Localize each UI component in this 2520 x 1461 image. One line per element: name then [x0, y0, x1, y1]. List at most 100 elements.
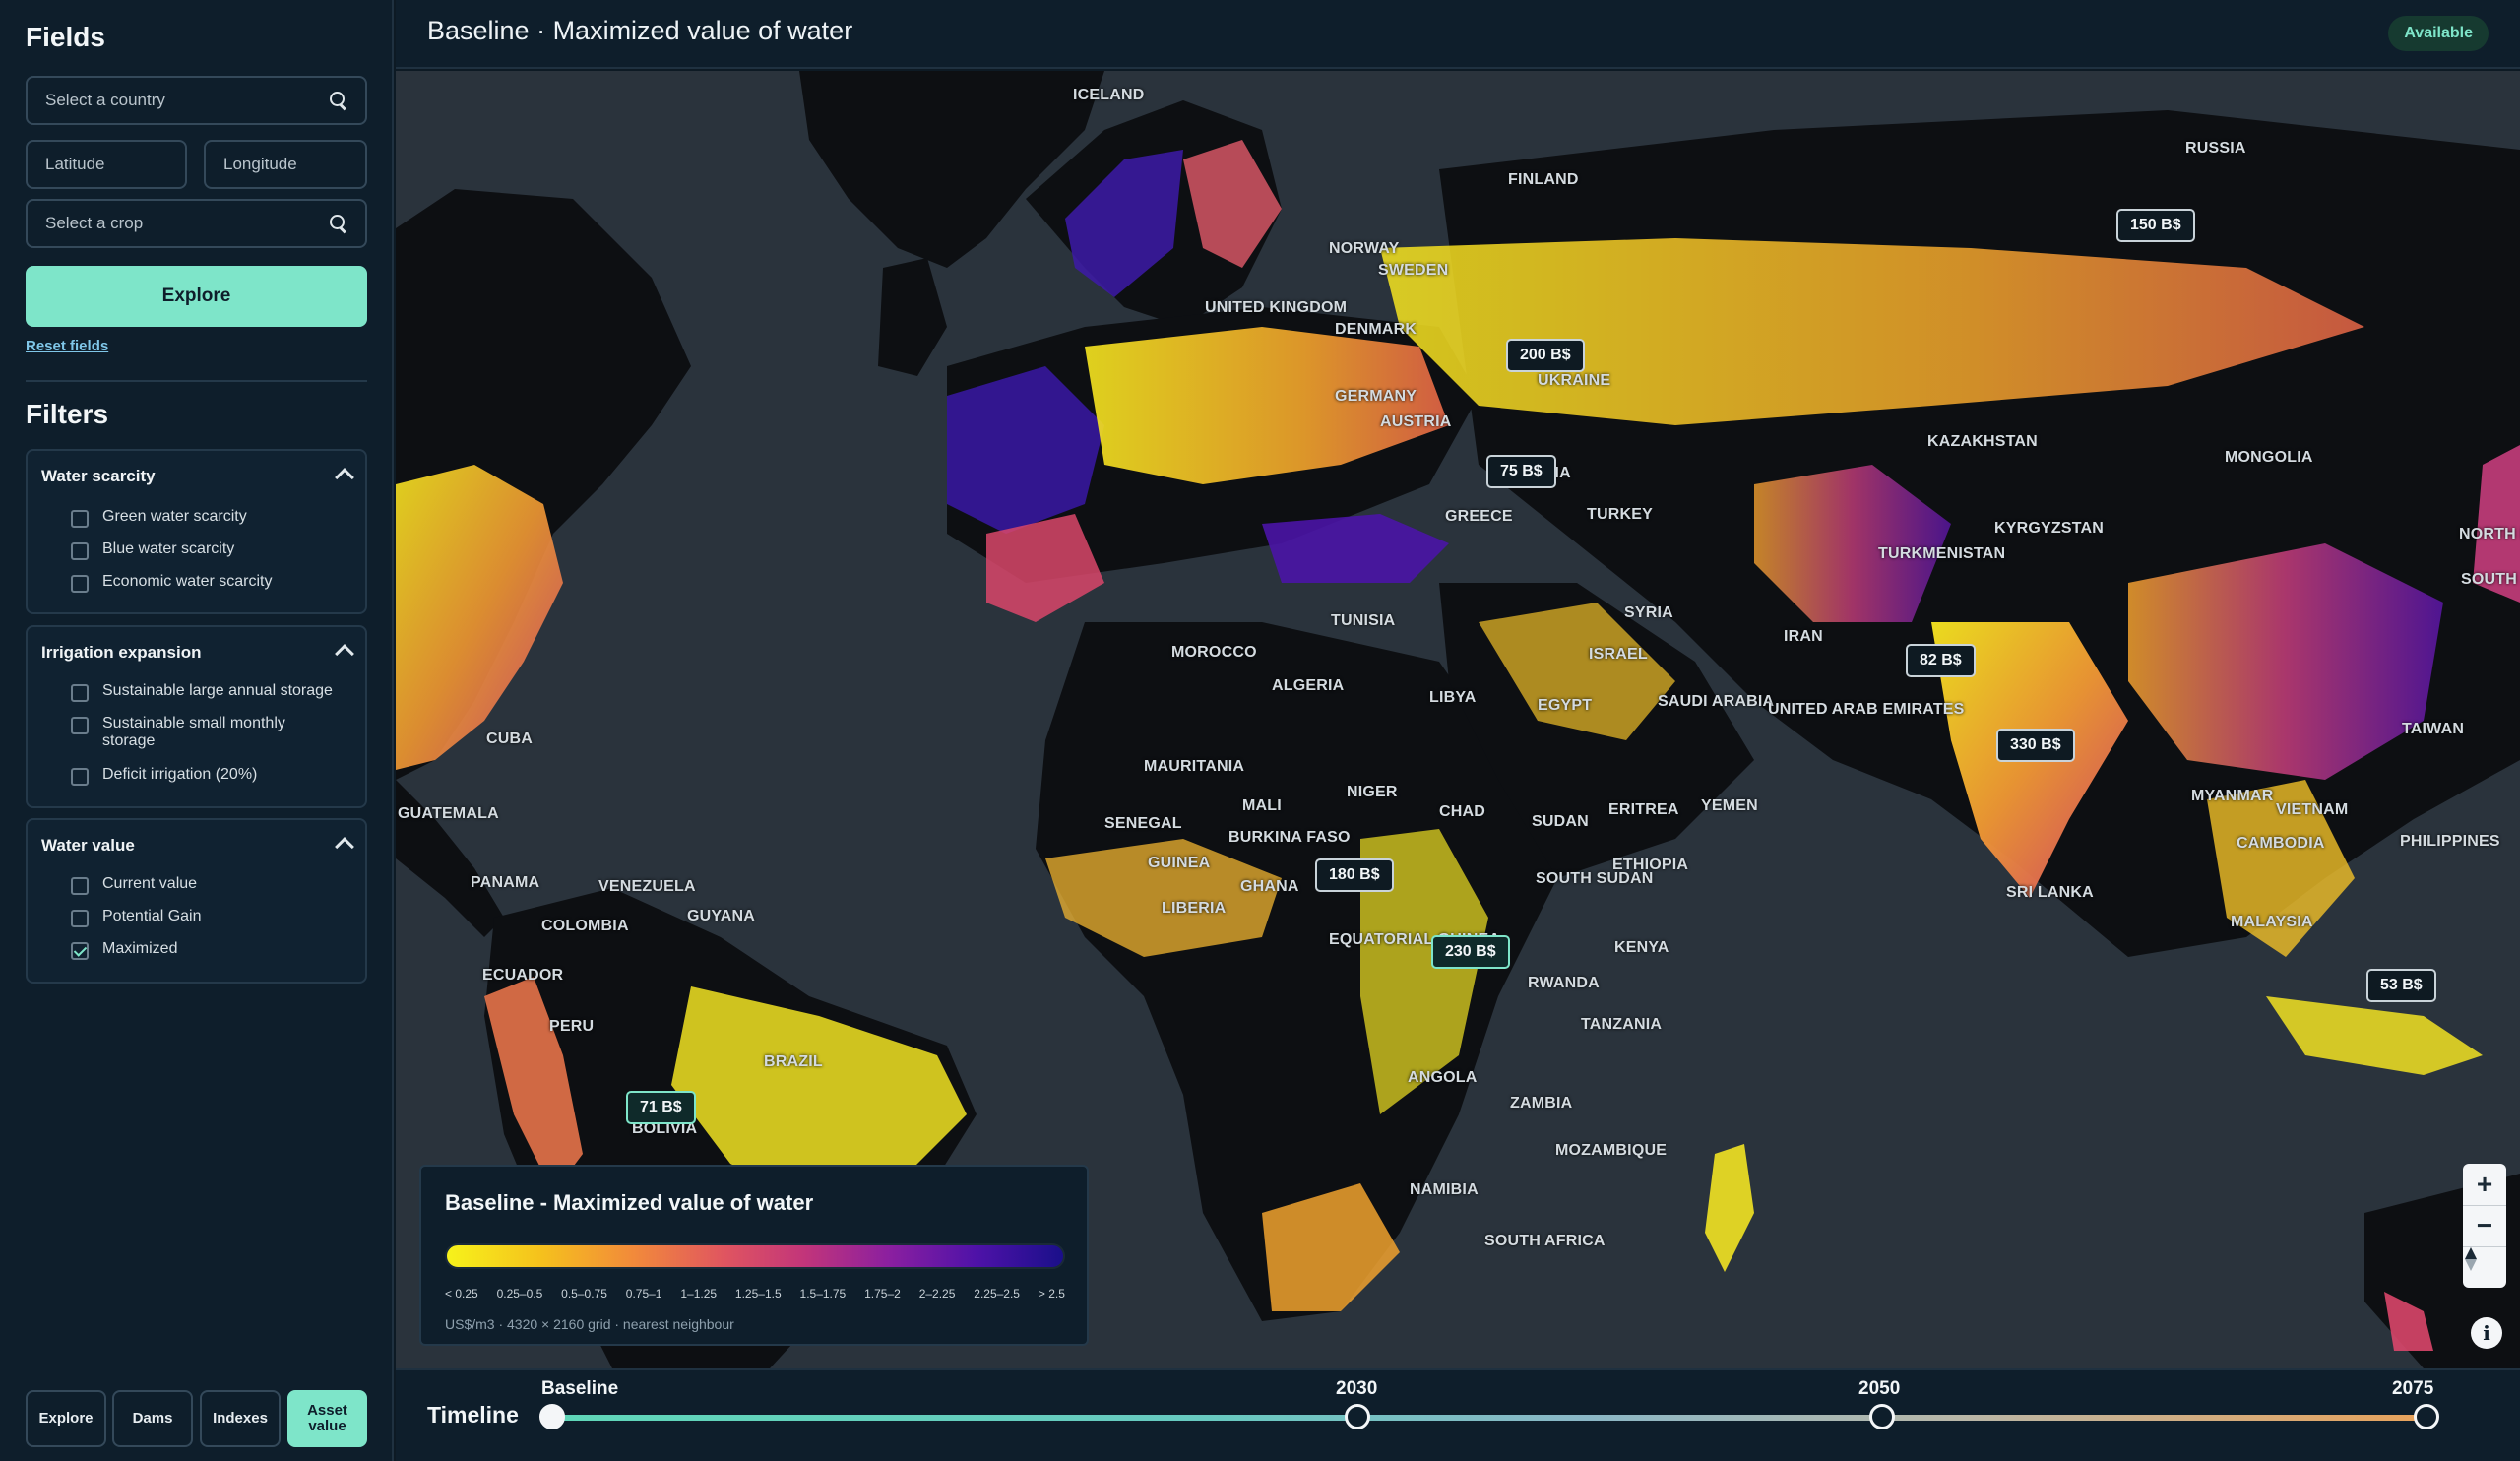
nav-explore-button[interactable]: Explore [26, 1390, 106, 1447]
country-label: KENYA [1614, 939, 1670, 956]
value-marker[interactable]: 53 B$ [2366, 969, 2436, 1002]
country-label: NIGER [1347, 784, 1398, 800]
nav-asset-value-button[interactable]: Asset value [287, 1390, 367, 1447]
timeline-stop-2030[interactable] [1345, 1404, 1370, 1429]
value-marker[interactable]: 75 B$ [1486, 455, 1556, 488]
country-label: TANZANIA [1581, 1016, 1663, 1033]
timeline-stop-2075[interactable] [2414, 1404, 2439, 1429]
checkbox-label: Economic water scarcity [102, 573, 273, 590]
legend-tick-label: 0.25–0.5 [496, 1287, 543, 1301]
legend-tick-label: 1–1.25 [680, 1287, 718, 1301]
search-icon [330, 215, 347, 232]
checkbox-box[interactable] [71, 942, 89, 960]
heat-indonesia [2266, 996, 2483, 1075]
country-label: PERU [549, 1018, 595, 1035]
country-label: SOUTH KOREA [2461, 571, 2520, 588]
legend-title: Baseline - Maximized value of water [445, 1190, 814, 1215]
checkbox-large-annual-storage[interactable]: Sustainable large annual storage [71, 682, 333, 702]
country-label: SRI LANKA [2006, 884, 2094, 901]
country-label: PHILIPPINES [2400, 833, 2500, 850]
app-root: Fields Select a country Latitude Longitu… [0, 0, 2520, 1461]
checkbox-box[interactable] [71, 910, 89, 927]
legend-tick-label: 1.5–1.75 [799, 1287, 847, 1301]
page-title: Baseline · Maximized value of water [427, 16, 853, 45]
chevron-up-icon[interactable] [335, 837, 354, 857]
compass-icon[interactable] [2463, 1246, 2506, 1288]
filter-card-irrigation-expansion: Irrigation expansion Sustainable large a… [26, 625, 367, 808]
timeline-bar: Timeline Baseline 2030 2050 2075 [396, 1368, 2520, 1461]
country-label: MYANMAR [2191, 788, 2274, 804]
checkbox-box[interactable] [71, 684, 89, 702]
checkbox-current-value[interactable]: Current value [71, 875, 197, 895]
value-marker[interactable]: 82 B$ [1906, 644, 1976, 677]
legend-tick-label: 1.75–2 [864, 1287, 901, 1301]
checkbox-box[interactable] [71, 717, 89, 734]
country-label: UNITED ARAB EMIRATES [1768, 701, 1965, 718]
heat-north-america [396, 465, 563, 770]
nav-dams-button[interactable]: Dams [112, 1390, 193, 1447]
world-map[interactable]: ICELAND RUSSIA NORWAY SWEDEN FINLAND UNITED K… [396, 71, 2520, 1368]
reset-fields-link[interactable]: Reset fields [26, 338, 108, 354]
country-label: CAMBODIA [2236, 835, 2325, 852]
value-marker[interactable]: 230 B$ [1431, 935, 1510, 969]
country-label: ANGOLA [1408, 1069, 1478, 1086]
zoom-in-button[interactable]: + [2463, 1164, 2506, 1205]
country-label: VENEZUELA [598, 878, 696, 895]
country-label: LIBYA [1429, 689, 1477, 706]
timeline-track[interactable] [551, 1415, 2431, 1421]
crop-search-input[interactable]: Select a crop [26, 199, 367, 248]
checkbox-small-monthly-storage[interactable]: Sustainable small monthly storage [71, 715, 337, 750]
zoom-out-button[interactable]: − [2463, 1205, 2506, 1246]
value-marker[interactable]: 200 B$ [1506, 339, 1585, 372]
checkbox-label: Potential Gain [102, 908, 202, 924]
checkbox-maximized[interactable]: Maximized [71, 940, 177, 960]
checkbox-box[interactable] [71, 542, 89, 560]
land-central-america [396, 780, 504, 937]
filter-card-water-scarcity: Water scarcity Green water scarcity Blue… [26, 449, 367, 614]
country-label: ISRAEL [1589, 646, 1648, 663]
timeline-stop-2050[interactable] [1869, 1404, 1895, 1429]
chevron-up-icon[interactable] [335, 468, 354, 487]
country-label: MALI [1242, 797, 1282, 814]
filter-card-water-value: Water value Current value Potential Gain… [26, 818, 367, 984]
checkbox-potential-gain[interactable]: Potential Gain [71, 908, 202, 927]
zoom-controls: + − [2463, 1164, 2506, 1288]
latitude-input[interactable]: Latitude [26, 140, 187, 189]
country-label: SYRIA [1624, 604, 1673, 621]
checkbox-green-water-scarcity[interactable]: Green water scarcity [71, 508, 247, 528]
checkbox-label: Sustainable large annual storage [102, 682, 333, 699]
checkbox-economic-water-scarcity[interactable]: Economic water scarcity [71, 573, 273, 593]
country-label: SUDAN [1532, 813, 1589, 830]
legend-ticks: < 0.25 0.25–0.5 0.5–0.75 0.75–1 1–1.25 1.25–1… [445, 1287, 1065, 1301]
country-label: NORTH KOREA [2459, 526, 2520, 542]
value-marker[interactable]: 330 B$ [1996, 729, 2075, 762]
info-icon[interactable]: i [2471, 1317, 2502, 1349]
legend-tick-label: 0.75–1 [625, 1287, 662, 1301]
country-label: ECUADOR [482, 967, 564, 984]
timeline-stop-baseline[interactable] [539, 1404, 565, 1429]
value-marker[interactable]: 71 B$ [626, 1091, 696, 1124]
country-label: UKRAINE [1538, 372, 1611, 389]
country-label: DENMARK [1335, 321, 1418, 338]
checkbox-box[interactable] [71, 510, 89, 528]
nav-indexes-button[interactable]: Indexes [200, 1390, 281, 1447]
country-label: FINLAND [1508, 171, 1579, 188]
fields-title: Fields [26, 22, 105, 52]
checkbox-blue-water-scarcity[interactable]: Blue water scarcity [71, 540, 234, 560]
checkbox-box[interactable] [71, 768, 89, 786]
checkbox-deficit-irrigation[interactable]: Deficit irrigation (20%) [71, 766, 257, 786]
country-label: UNITED KINGDOM [1205, 299, 1348, 316]
explore-button[interactable]: Explore [26, 266, 367, 327]
value-marker[interactable]: 180 B$ [1315, 858, 1394, 892]
country-search-input[interactable]: Select a country [26, 76, 367, 125]
value-marker[interactable]: 150 B$ [2116, 209, 2195, 242]
map-legend: Baseline - Maximized value of water < 0.… [419, 1165, 1089, 1346]
chevron-up-icon[interactable] [335, 644, 354, 664]
country-label: EGYPT [1538, 697, 1593, 714]
legend-tick-label: 1.25–1.5 [734, 1287, 782, 1301]
checkbox-box[interactable] [71, 575, 89, 593]
country-label: GUYANA [687, 908, 756, 924]
checkbox-box[interactable] [71, 877, 89, 895]
timeline-year-label: 2030 [1336, 1378, 1378, 1399]
longitude-input[interactable]: Longitude [204, 140, 367, 189]
